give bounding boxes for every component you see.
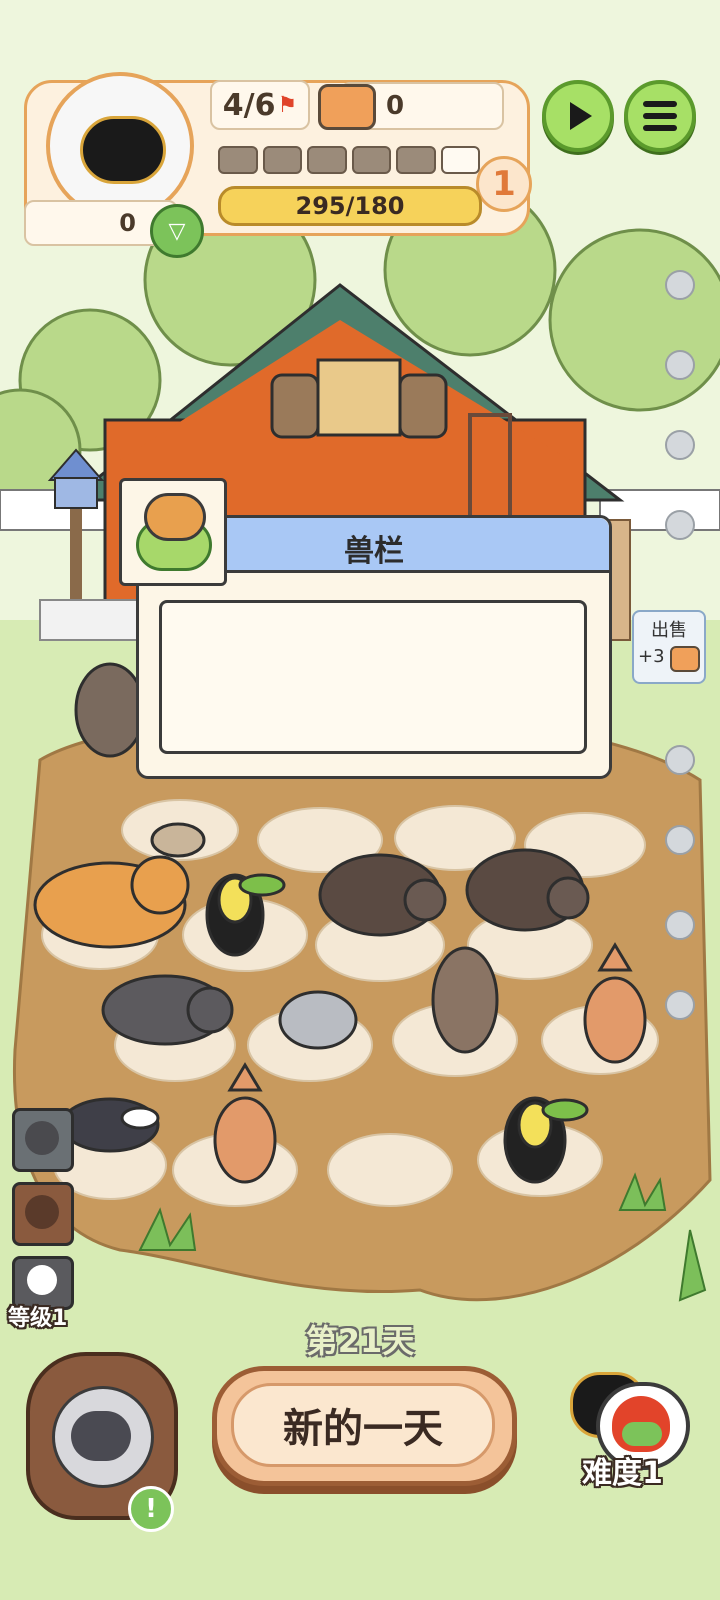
player-avatar[interactable] <box>46 72 194 220</box>
progress-segment <box>218 146 258 174</box>
side-button-animal-2[interactable] <box>12 1182 74 1246</box>
side-button-animal-1[interactable] <box>12 1108 74 1172</box>
animal-face-icon <box>27 1265 57 1295</box>
sell-label: 出售 <box>651 620 687 641</box>
dialog-content-area <box>159 600 587 754</box>
progress-segment <box>440 146 480 174</box>
play-button[interactable] <box>542 80 614 152</box>
list-menu-icon <box>643 101 677 131</box>
progress-bar: 295/180 <box>218 186 482 226</box>
fox-bowl-icon <box>119 478 227 586</box>
new-day-button[interactable]: 新的一天 <box>212 1366 517 1486</box>
flag-count-text: 4/6 <box>222 87 276 123</box>
badger-icon <box>60 1097 160 1153</box>
progress-text: 295/180 <box>295 192 405 220</box>
play-icon <box>570 102 592 130</box>
difficulty-label: 难度1 <box>582 1456 663 1491</box>
progress-segments <box>218 146 480 176</box>
animal-icon <box>25 1195 59 1229</box>
menu-button[interactable] <box>624 80 696 152</box>
pen-dialog[interactable]: 兽栏 <box>119 478 612 779</box>
owl-icon <box>74 662 146 758</box>
raccoon-dog-icon <box>52 1386 154 1488</box>
level-badge-text: 1 <box>492 164 516 204</box>
flag-counter: 4/6 ⚑ <box>210 80 310 130</box>
animal-icon <box>25 1121 59 1155</box>
progress-segment <box>351 146 391 174</box>
flag-icon: ⚑ <box>277 92 298 118</box>
coin-count-text: 0 <box>119 209 136 237</box>
hawk-icon <box>431 946 499 1054</box>
black-cat-icon <box>80 116 166 184</box>
can-icon <box>318 84 376 130</box>
new-day-label: 新的一天 <box>231 1383 495 1467</box>
progress-segment <box>262 146 302 174</box>
sell-reward: +3 <box>638 646 665 667</box>
progress-segment <box>307 146 347 174</box>
can-icon <box>670 646 700 672</box>
can-count-text: 0 <box>386 91 405 121</box>
heart-coin-icon[interactable]: ▽ <box>150 204 204 258</box>
sell-button[interactable]: 出售 +3 <box>632 610 706 684</box>
pigeon-icon <box>278 990 358 1050</box>
alert-icon: ! <box>128 1486 174 1532</box>
sparrow-icon <box>150 822 206 858</box>
progress-segment <box>396 146 436 174</box>
level-badge: 1 <box>476 156 532 212</box>
